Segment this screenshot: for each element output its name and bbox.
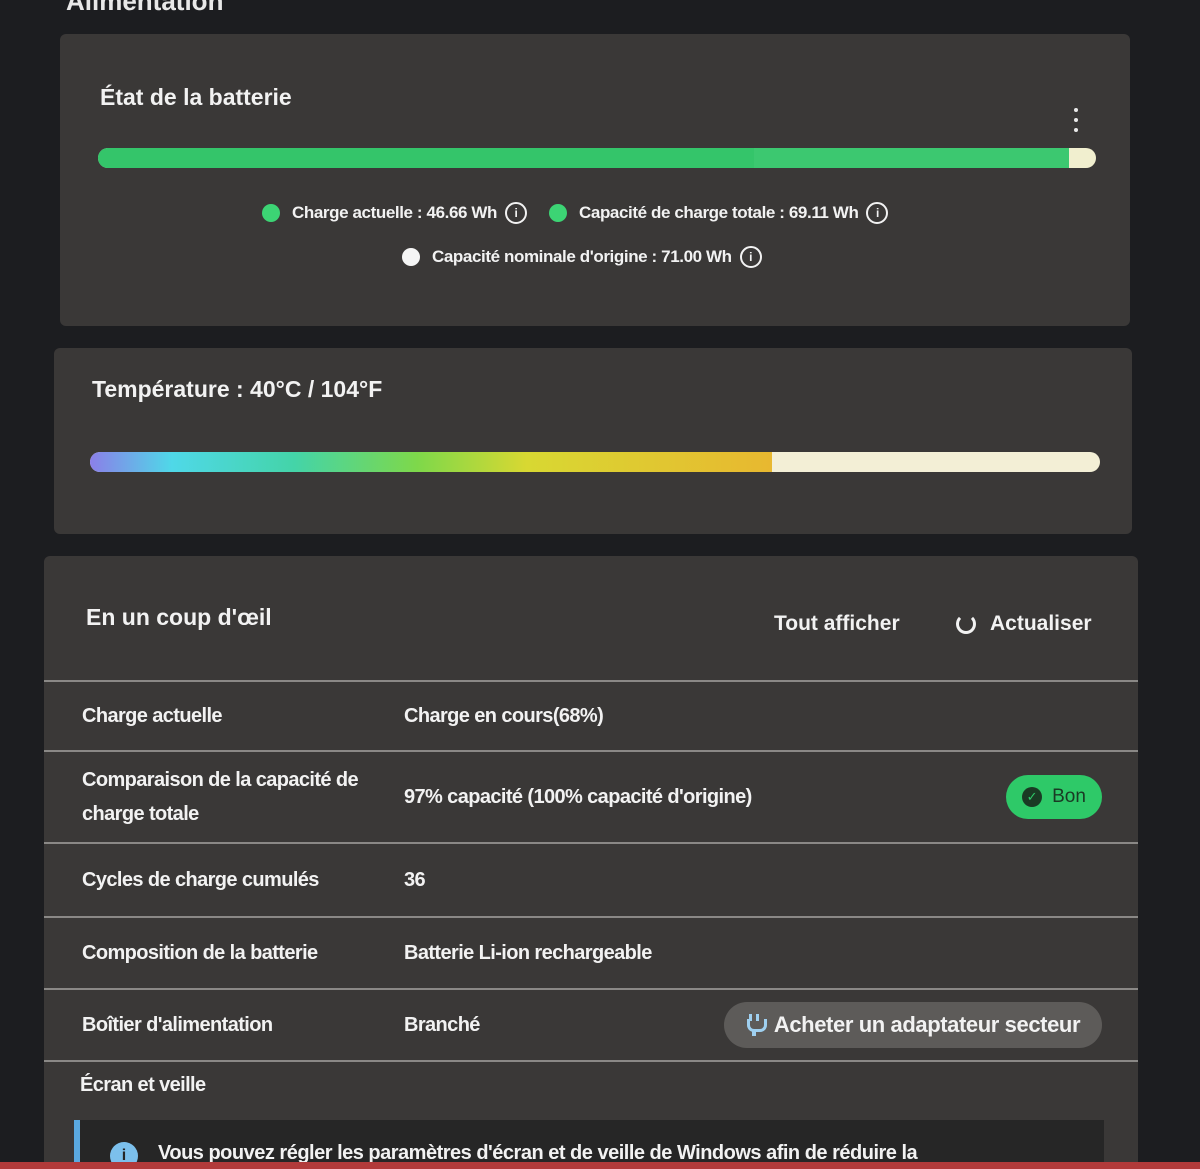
info-icon[interactable]: i	[866, 202, 889, 224]
screen-sleep-heading: Écran et veille	[80, 1074, 206, 1096]
battery-legend-row: Capacité nominale d'origine : 71.00 Wh i	[402, 246, 784, 268]
table-row: Cycles de charge cumulés 36	[44, 842, 1138, 916]
refresh-icon	[956, 614, 976, 634]
row-label: Charge actuelle	[82, 705, 223, 727]
kebab-menu-icon[interactable]	[1070, 108, 1082, 132]
show-all-link[interactable]: Tout afficher	[774, 612, 900, 636]
battery-status-title: État de la batterie	[100, 84, 292, 110]
legend-nominal-capacity-label: Capacité nominale d'origine : 71.00 Wh	[432, 247, 732, 266]
table-row: Boîtier d'alimentation Branché Acheter u…	[44, 988, 1138, 1060]
row-value: 97% capacité (100% capacité d'origine)	[404, 785, 752, 808]
battery-legend-row: Charge actuelle : 46.66 Wh i Capacité de…	[262, 202, 910, 224]
legend-nominal-capacity: Capacité nominale d'origine : 71.00 Wh i	[402, 246, 762, 268]
green-dot-icon	[262, 204, 280, 222]
refresh-button[interactable]: Actualiser	[956, 612, 1092, 636]
row-value: 36	[404, 868, 426, 891]
temperature-title: Température : 40°C / 104°F	[92, 376, 383, 402]
buy-adapter-label: Acheter un adaptateur secteur	[773, 1012, 1081, 1037]
table-row: Composition de la batterie Batterie Li-i…	[44, 916, 1138, 988]
battery-status-card: État de la batterie Charge actuelle : 46…	[60, 34, 1130, 326]
row-label: Boîtier d'alimentation	[82, 1014, 273, 1036]
glance-title: En un coup d'œil	[86, 604, 272, 630]
row-label: Comparaison de la capacité de charge tot…	[82, 769, 359, 825]
row-value: Charge en cours(68%)	[404, 704, 604, 727]
refresh-label: Actualiser	[990, 612, 1092, 635]
white-dot-icon	[402, 248, 420, 266]
table-row: Charge actuelle Charge en cours(68%)	[44, 680, 1138, 750]
table-row: Comparaison de la capacité de charge tot…	[44, 750, 1138, 842]
status-badge: ✓ Bon	[1006, 775, 1102, 819]
row-value: Branché	[404, 1013, 480, 1036]
temperature-gauge	[90, 452, 1100, 472]
power-settings-page: Alimentation État de la batterie Charge …	[0, 0, 1200, 1169]
row-divider	[44, 1060, 1138, 1062]
bottom-edge-strip	[0, 1162, 1200, 1169]
temperature-gauge-fill	[90, 452, 772, 472]
plug-icon	[746, 1014, 767, 1036]
row-label: Cycles de charge cumulés	[82, 869, 319, 891]
current-charge-fill	[98, 148, 754, 168]
temperature-card: Température : 40°C / 104°F	[54, 348, 1132, 534]
battery-capacity-bar	[98, 148, 1096, 168]
info-icon[interactable]: i	[739, 246, 762, 268]
row-label: Composition de la batterie	[82, 942, 318, 964]
legend-total-capacity-label: Capacité de charge totale : 69.11 Wh	[579, 203, 859, 222]
section-heading: Alimentation	[66, 0, 224, 16]
legend-total-capacity: Capacité de charge totale : 69.11 Wh i	[549, 202, 889, 224]
check-circle-icon: ✓	[1022, 787, 1043, 807]
row-value: Batterie Li-ion rechargeable	[404, 941, 652, 964]
status-badge-label: Bon	[1052, 786, 1086, 807]
info-icon[interactable]: i	[505, 202, 528, 224]
at-a-glance-card: En un coup d'œil Tout afficher Actualise…	[44, 556, 1138, 1169]
legend-current-charge-label: Charge actuelle : 46.66 Wh	[292, 203, 498, 222]
legend-current-charge: Charge actuelle : 46.66 Wh i	[262, 202, 528, 224]
green-dot-icon	[549, 204, 568, 222]
buy-adapter-button[interactable]: Acheter un adaptateur secteur	[724, 1002, 1102, 1048]
